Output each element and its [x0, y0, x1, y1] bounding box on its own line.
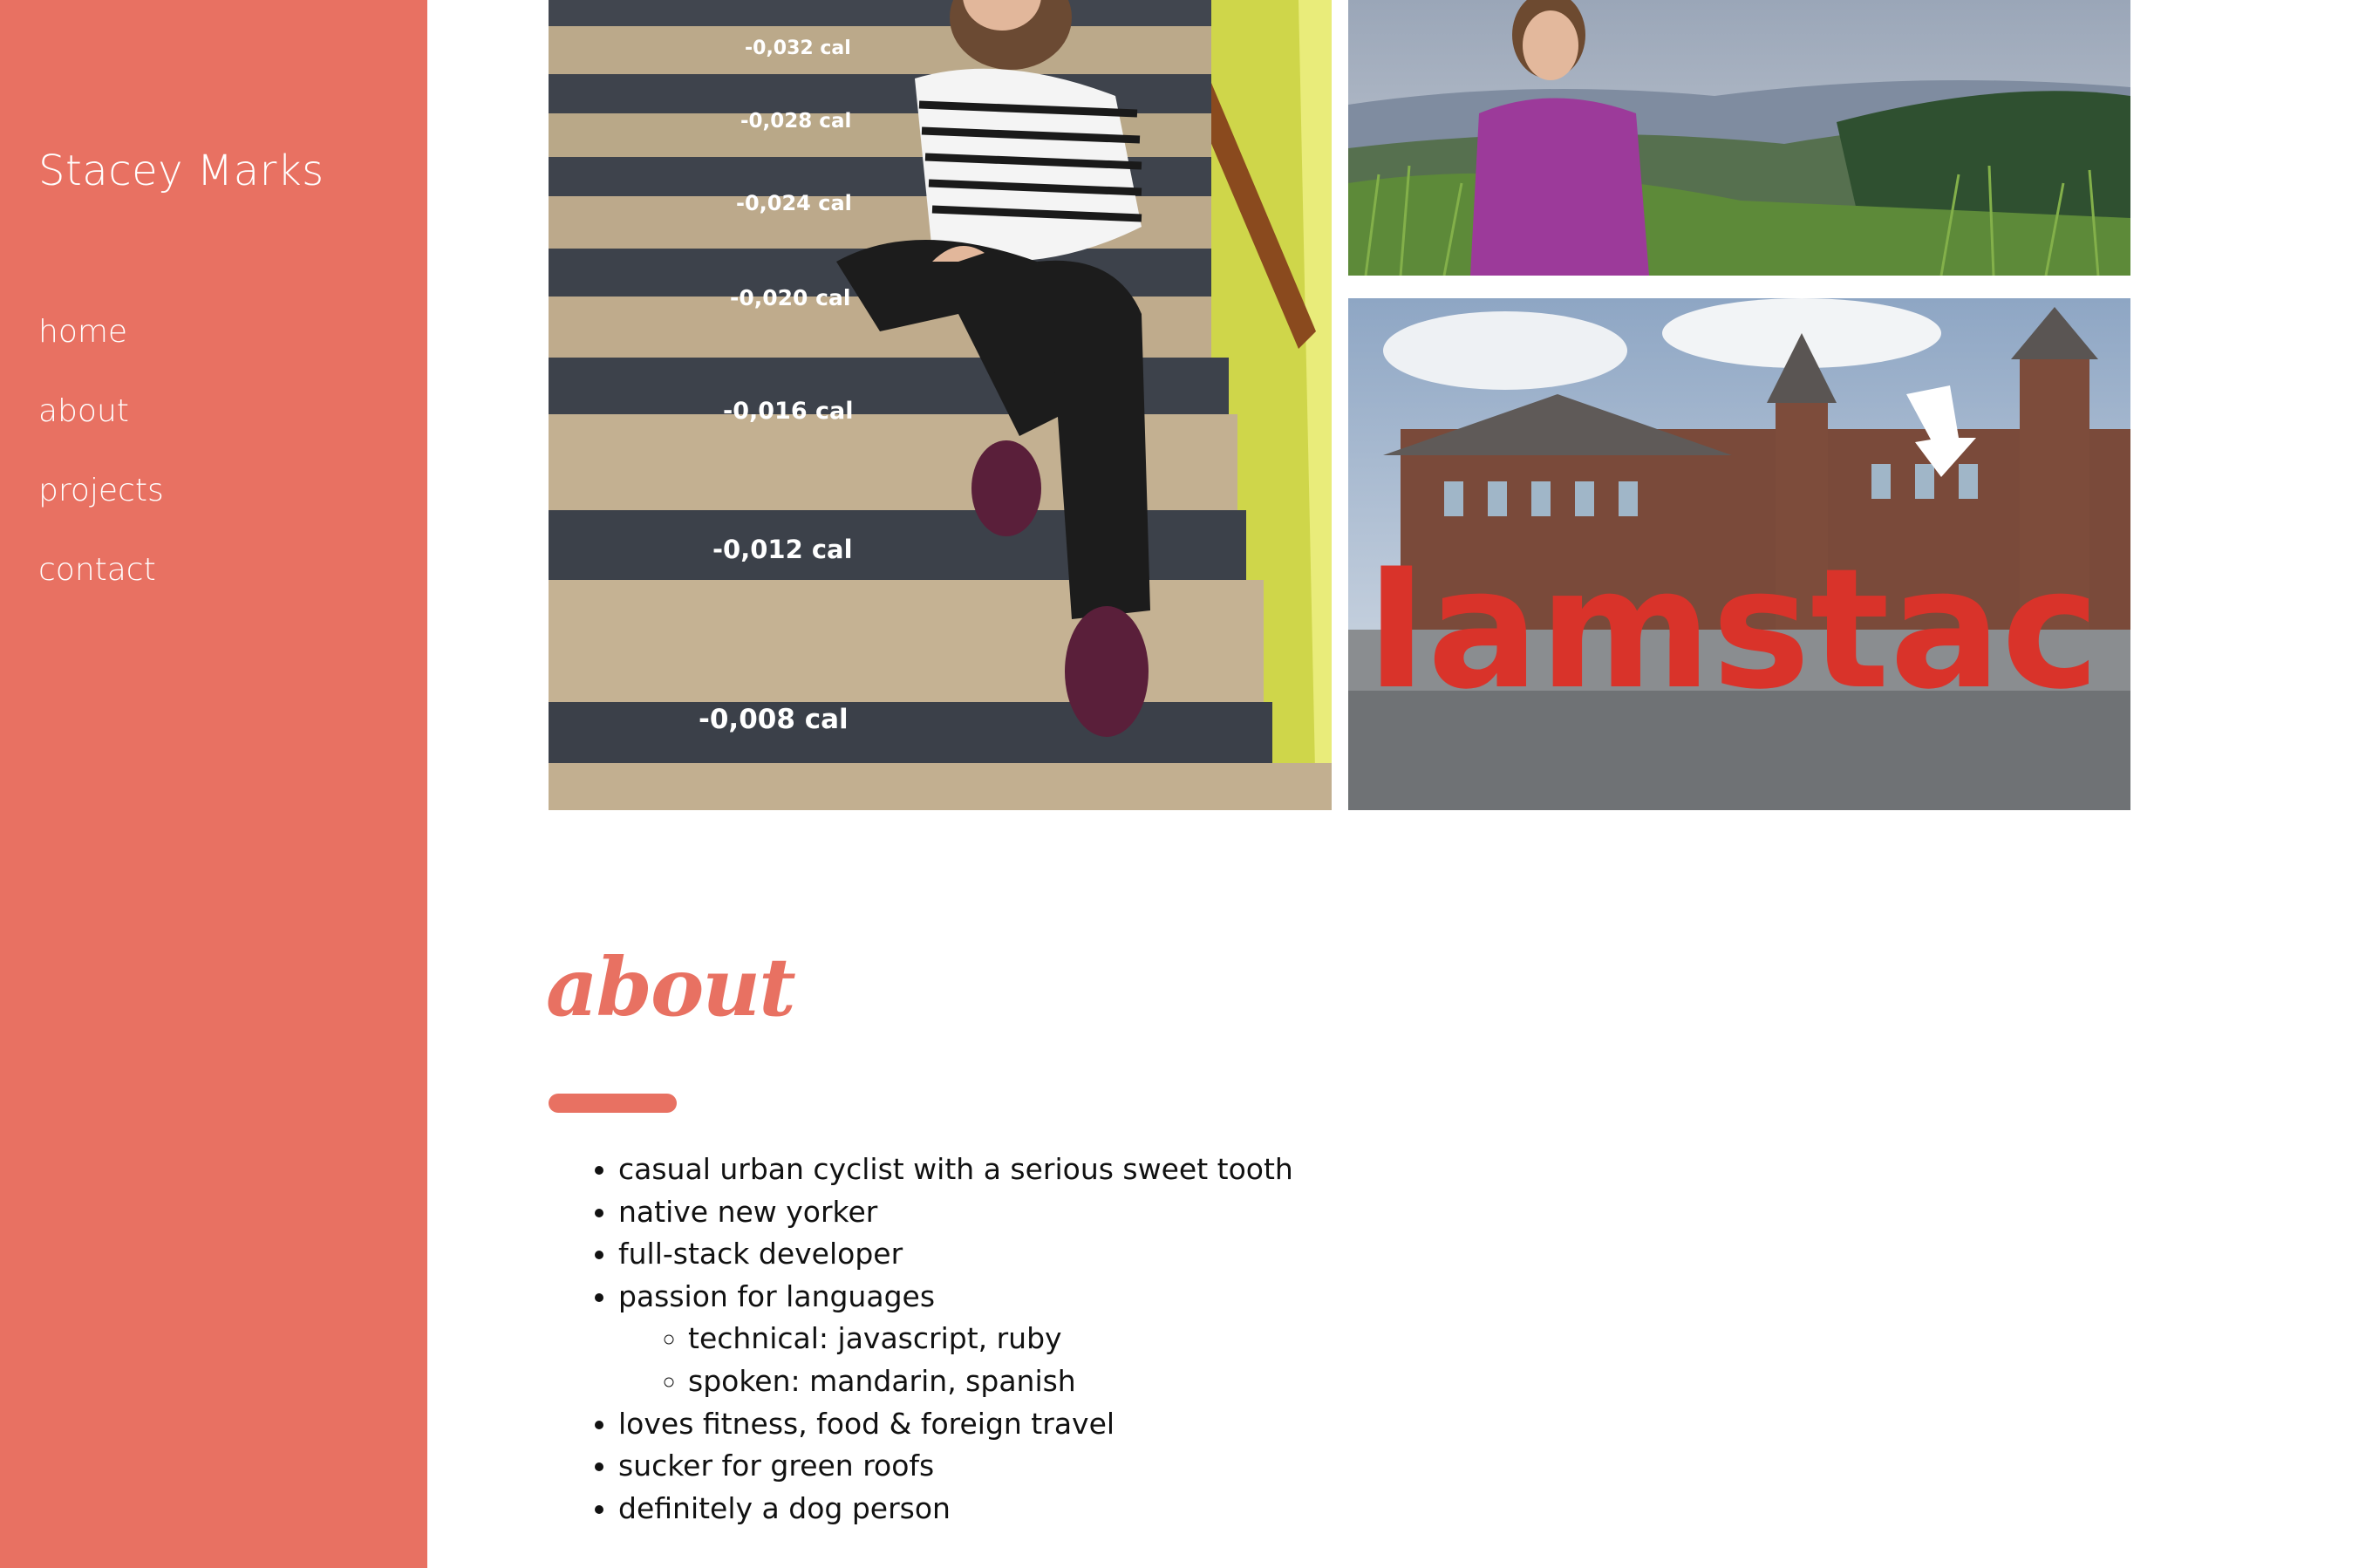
- nav-item-about: about: [38, 393, 164, 473]
- about-list-item: full-stack developer: [618, 1233, 1293, 1276]
- nav-item-contact: contact: [38, 552, 164, 631]
- nav-link-contact[interactable]: contact: [38, 552, 156, 588]
- heading-underline: [549, 1094, 677, 1113]
- nav-item-home: home: [38, 314, 164, 393]
- step-label: -0,020 cal: [730, 285, 850, 310]
- about-list-item: casual urban cyclist with a serious swee…: [618, 1149, 1293, 1191]
- step-label: -0,032 cal: [745, 37, 851, 59]
- about-list-item: definitely a dog person: [618, 1488, 1293, 1531]
- about-sublist-item: technical: javascript, ruby: [688, 1318, 1293, 1360]
- nav-link-projects[interactable]: projects: [38, 473, 164, 508]
- photo-hilltop: [1348, 0, 2130, 276]
- nav-menu: home about projects contact: [38, 314, 164, 631]
- about-list-item: sucker for green roofs: [618, 1445, 1293, 1488]
- amsterdam-image: Iamstac: [1348, 298, 2130, 810]
- step-label: -0,012 cal: [712, 535, 853, 564]
- photo-stairs: -0,032 cal -0,028 cal -0,024 cal -0,020 …: [549, 0, 1332, 810]
- about-list-item: passion for languages technical: javascr…: [618, 1276, 1293, 1403]
- site-title[interactable]: Stacey Marks: [38, 147, 324, 195]
- iamsterdam-sign: Iamstac: [1366, 533, 2100, 726]
- hilltop-image: [1348, 0, 2130, 276]
- step-label: -0,024 cal: [736, 191, 852, 215]
- nav-item-projects: projects: [38, 473, 164, 552]
- about-list: casual urban cyclist with a serious swee…: [583, 1149, 1293, 1530]
- stairs-image: -0,032 cal -0,028 cal -0,024 cal -0,020 …: [549, 0, 1332, 810]
- step-label: -0,028 cal: [740, 110, 851, 133]
- step-label: -0,016 cal: [723, 398, 854, 425]
- about-list-item: native new yorker: [618, 1191, 1293, 1234]
- about-list-item-text: passion for languages: [618, 1278, 936, 1313]
- nav-link-about[interactable]: about: [38, 393, 129, 429]
- about-sublist: technical: javascript, ruby spoken: mand…: [618, 1318, 1293, 1402]
- sign-text: Iamstac: [1366, 533, 2100, 726]
- step-label: -0,008 cal: [699, 704, 849, 735]
- about-heading: about: [546, 940, 796, 1034]
- sidebar: Stacey Marks home about projects contact: [0, 0, 427, 1568]
- about-sublist-item: spoken: mandarin, spanish: [688, 1360, 1293, 1403]
- nav-link-home[interactable]: home: [38, 314, 127, 350]
- photo-amsterdam: Iamstac: [1348, 298, 2130, 810]
- about-list-item: loves fitness, food & foreign travel: [618, 1403, 1293, 1446]
